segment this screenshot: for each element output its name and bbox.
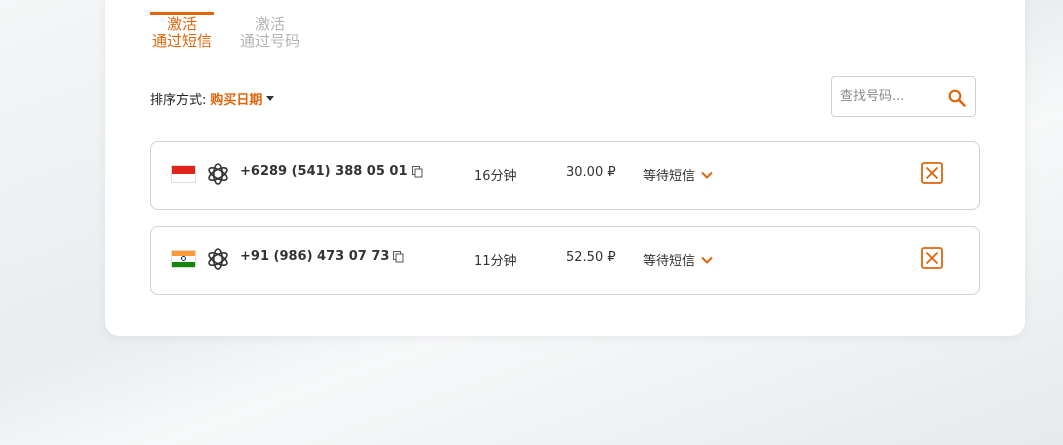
copy-icon[interactable]	[411, 165, 423, 178]
chevron-down-icon	[701, 171, 713, 179]
remaining-time: 16分钟	[474, 169, 517, 184]
chevron-down-icon	[701, 256, 713, 264]
sort-value: 购买日期	[210, 93, 263, 108]
activation-row: +6289 (541) 388 05 01 16分钟 30.00 ₽ 等待短信	[150, 141, 980, 210]
phone-number: +6289 (541) 388 05 01	[240, 164, 423, 179]
openai-icon	[208, 163, 228, 185]
sort-control: 排序方式: 购买日期	[150, 89, 275, 108]
tab-label-line1: 激活	[254, 15, 285, 33]
activation-tabs: 激活 通过短信 激活 通过号码	[150, 12, 302, 50]
tab-label-line2: 通过号码	[239, 32, 300, 50]
status-text: 等待短信	[643, 254, 696, 269]
copy-icon[interactable]	[393, 250, 404, 263]
status-dropdown[interactable]: 等待短信	[643, 250, 713, 269]
phone-number-text: +91 (986) 473 07 73	[240, 249, 390, 264]
tab-label-line2: 通过短信	[151, 32, 212, 50]
tab-label-line1: 激活	[166, 15, 197, 33]
flag-indonesia-icon	[171, 165, 196, 183]
caret-down-icon	[266, 96, 275, 101]
flag-india-icon	[171, 250, 196, 268]
tab-activate-by-sms[interactable]: 激活 通过短信	[150, 12, 214, 50]
sort-label: 排序方式:	[150, 93, 207, 108]
status-dropdown[interactable]: 等待短信	[643, 165, 713, 184]
openai-icon	[208, 248, 228, 270]
price: 52.50 ₽	[566, 250, 616, 265]
price: 30.00 ₽	[566, 165, 616, 180]
search-icon[interactable]	[948, 89, 966, 107]
cancel-button[interactable]	[921, 162, 943, 184]
search-box	[831, 76, 976, 117]
search-input[interactable]	[840, 89, 948, 104]
tab-activate-by-number[interactable]: 激活 通过号码	[238, 12, 302, 50]
sort-dropdown[interactable]: 购买日期	[210, 89, 275, 108]
phone-number: +91 (986) 473 07 73	[240, 249, 404, 264]
cancel-button[interactable]	[921, 247, 943, 269]
phone-number-text: +6289 (541) 388 05 01	[240, 164, 408, 179]
status-text: 等待短信	[643, 169, 696, 184]
remaining-time: 11分钟	[474, 254, 517, 269]
activation-row: +91 (986) 473 07 73 11分钟 52.50 ₽ 等待短信	[150, 226, 980, 295]
